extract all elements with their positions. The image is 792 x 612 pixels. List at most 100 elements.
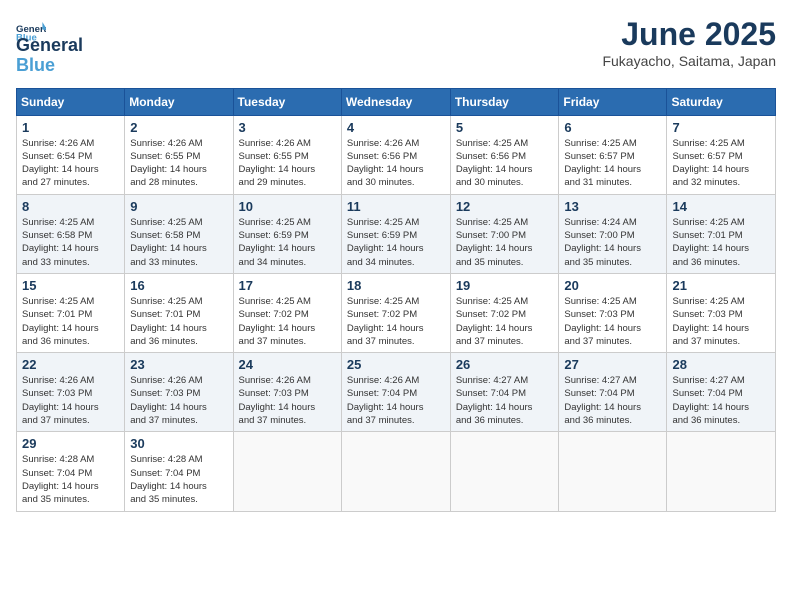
day-detail: Sunrise: 4:25 AM Sunset: 7:00 PM Dayligh… [456,216,554,269]
day-number: 1 [22,120,119,135]
calendar-title: June 2025 [602,16,776,53]
calendar-week-row: 22 Sunrise: 4:26 AM Sunset: 7:03 PM Dayli… [17,353,776,432]
header-saturday: Saturday [667,88,776,115]
day-detail: Sunrise: 4:25 AM Sunset: 6:59 PM Dayligh… [239,216,336,269]
day-number: 20 [564,278,661,293]
day-detail: Sunrise: 4:25 AM Sunset: 7:03 PM Dayligh… [564,295,661,348]
header-thursday: Thursday [450,88,559,115]
day-detail: Sunrise: 4:26 AM Sunset: 6:56 PM Dayligh… [347,137,445,190]
calendar-cell: 8 Sunrise: 4:25 AM Sunset: 6:58 PM Daylig… [17,194,125,273]
calendar-week-row: 29 Sunrise: 4:28 AM Sunset: 7:04 PM Dayli… [17,432,776,511]
day-number: 6 [564,120,661,135]
day-number: 22 [22,357,119,372]
calendar-cell: 9Sunrise: 4:25 AM Sunset: 6:58 PM Daylig… [125,194,233,273]
calendar-cell: 15 Sunrise: 4:25 AM Sunset: 7:01 PM Dayli… [17,273,125,352]
day-number: 15 [22,278,119,293]
calendar-cell: 17 Sunrise: 4:25 AM Sunset: 7:02 PM Dayli… [233,273,341,352]
calendar-cell: 27 Sunrise: 4:27 AM Sunset: 7:04 PM Dayli… [559,353,667,432]
day-number: 10 [239,199,336,214]
calendar-cell: 30 Sunrise: 4:28 AM Sunset: 7:04 PM Dayli… [125,432,233,511]
day-number: 18 [347,278,445,293]
calendar-cell: 21 Sunrise: 4:25 AM Sunset: 7:03 PM Dayli… [667,273,776,352]
calendar-cell: 10 Sunrise: 4:25 AM Sunset: 6:59 PM Dayli… [233,194,341,273]
day-number: 8 [22,199,119,214]
calendar-cell: 4Sunrise: 4:26 AM Sunset: 6:56 PM Daylig… [341,115,450,194]
day-number: 13 [564,199,661,214]
day-number: 16 [130,278,227,293]
calendar-cell: 6Sunrise: 4:25 AM Sunset: 6:57 PM Daylig… [559,115,667,194]
day-detail: Sunrise: 4:25 AM Sunset: 7:03 PM Dayligh… [672,295,770,348]
logo: General Blue General Blue [16,16,83,76]
day-number: 29 [22,436,119,451]
calendar-week-row: 15 Sunrise: 4:25 AM Sunset: 7:01 PM Dayli… [17,273,776,352]
day-number: 7 [672,120,770,135]
calendar-location: Fukayacho, Saitama, Japan [602,53,776,69]
calendar-cell: 11 Sunrise: 4:25 AM Sunset: 6:59 PM Dayli… [341,194,450,273]
day-number: 26 [456,357,554,372]
calendar-week-row: 1Sunrise: 4:26 AM Sunset: 6:54 PM Daylig… [17,115,776,194]
calendar-cell [341,432,450,511]
day-detail: Sunrise: 4:25 AM Sunset: 7:01 PM Dayligh… [22,295,119,348]
day-number: 19 [456,278,554,293]
day-detail: Sunrise: 4:27 AM Sunset: 7:04 PM Dayligh… [456,374,554,427]
day-number: 3 [239,120,336,135]
calendar-cell: 5Sunrise: 4:25 AM Sunset: 6:56 PM Daylig… [450,115,559,194]
calendar-cell: 14 Sunrise: 4:25 AM Sunset: 7:01 PM Dayli… [667,194,776,273]
calendar-cell: 1Sunrise: 4:26 AM Sunset: 6:54 PM Daylig… [17,115,125,194]
day-number: 21 [672,278,770,293]
day-detail: Sunrise: 4:27 AM Sunset: 7:04 PM Dayligh… [672,374,770,427]
day-number: 2 [130,120,227,135]
calendar-cell: 26 Sunrise: 4:27 AM Sunset: 7:04 PM Dayli… [450,353,559,432]
header-wednesday: Wednesday [341,88,450,115]
calendar-cell: 19 Sunrise: 4:25 AM Sunset: 7:02 PM Dayli… [450,273,559,352]
day-number: 14 [672,199,770,214]
day-detail: Sunrise: 4:26 AM Sunset: 7:03 PM Dayligh… [130,374,227,427]
day-detail: Sunrise: 4:26 AM Sunset: 7:03 PM Dayligh… [239,374,336,427]
calendar-cell: 7 Sunrise: 4:25 AM Sunset: 6:57 PM Daylig… [667,115,776,194]
calendar-cell: 3 Sunrise: 4:26 AM Sunset: 6:55 PM Daylig… [233,115,341,194]
day-detail: Sunrise: 4:25 AM Sunset: 6:59 PM Dayligh… [347,216,445,269]
day-detail: Sunrise: 4:25 AM Sunset: 7:02 PM Dayligh… [456,295,554,348]
day-detail: Sunrise: 4:26 AM Sunset: 6:55 PM Dayligh… [130,137,227,190]
page-header: General Blue General Blue June 2025 Fuka… [16,16,776,76]
calendar-cell: 13Sunrise: 4:24 AM Sunset: 7:00 PM Dayli… [559,194,667,273]
calendar-cell: 16Sunrise: 4:25 AM Sunset: 7:01 PM Dayli… [125,273,233,352]
day-detail: Sunrise: 4:26 AM Sunset: 6:55 PM Dayligh… [239,137,336,190]
calendar-cell: 22 Sunrise: 4:26 AM Sunset: 7:03 PM Dayli… [17,353,125,432]
header-monday: Monday [125,88,233,115]
day-detail: Sunrise: 4:26 AM Sunset: 7:03 PM Dayligh… [22,374,119,427]
logo-blue: Blue [16,55,55,75]
day-number: 17 [239,278,336,293]
day-detail: Sunrise: 4:26 AM Sunset: 7:04 PM Dayligh… [347,374,445,427]
day-number: 23 [130,357,227,372]
day-detail: Sunrise: 4:25 AM Sunset: 6:57 PM Dayligh… [672,137,770,190]
day-number: 9 [130,199,227,214]
title-block: June 2025 Fukayacho, Saitama, Japan [602,16,776,69]
day-number: 30 [130,436,227,451]
day-number: 27 [564,357,661,372]
calendar-cell: 23 Sunrise: 4:26 AM Sunset: 7:03 PM Dayli… [125,353,233,432]
calendar-table: Sunday Monday Tuesday Wednesday Thursday… [16,88,776,512]
header-sunday: Sunday [17,88,125,115]
day-detail: Sunrise: 4:28 AM Sunset: 7:04 PM Dayligh… [130,453,227,506]
day-detail: Sunrise: 4:25 AM Sunset: 7:02 PM Dayligh… [239,295,336,348]
calendar-cell: 25 Sunrise: 4:26 AM Sunset: 7:04 PM Dayli… [341,353,450,432]
day-detail: Sunrise: 4:27 AM Sunset: 7:04 PM Dayligh… [564,374,661,427]
day-detail: Sunrise: 4:25 AM Sunset: 7:01 PM Dayligh… [672,216,770,269]
calendar-cell [667,432,776,511]
logo-general: General [16,35,83,55]
calendar-cell: 18 Sunrise: 4:25 AM Sunset: 7:02 PM Dayli… [341,273,450,352]
calendar-cell: 20 Sunrise: 4:25 AM Sunset: 7:03 PM Dayli… [559,273,667,352]
calendar-cell [559,432,667,511]
header-tuesday: Tuesday [233,88,341,115]
day-detail: Sunrise: 4:25 AM Sunset: 6:58 PM Dayligh… [22,216,119,269]
day-number: 11 [347,199,445,214]
day-number: 25 [347,357,445,372]
day-number: 24 [239,357,336,372]
day-detail: Sunrise: 4:25 AM Sunset: 7:02 PM Dayligh… [347,295,445,348]
day-detail: Sunrise: 4:28 AM Sunset: 7:04 PM Dayligh… [22,453,119,506]
day-number: 12 [456,199,554,214]
calendar-week-row: 8 Sunrise: 4:25 AM Sunset: 6:58 PM Daylig… [17,194,776,273]
header-friday: Friday [559,88,667,115]
calendar-cell: 28Sunrise: 4:27 AM Sunset: 7:04 PM Dayli… [667,353,776,432]
